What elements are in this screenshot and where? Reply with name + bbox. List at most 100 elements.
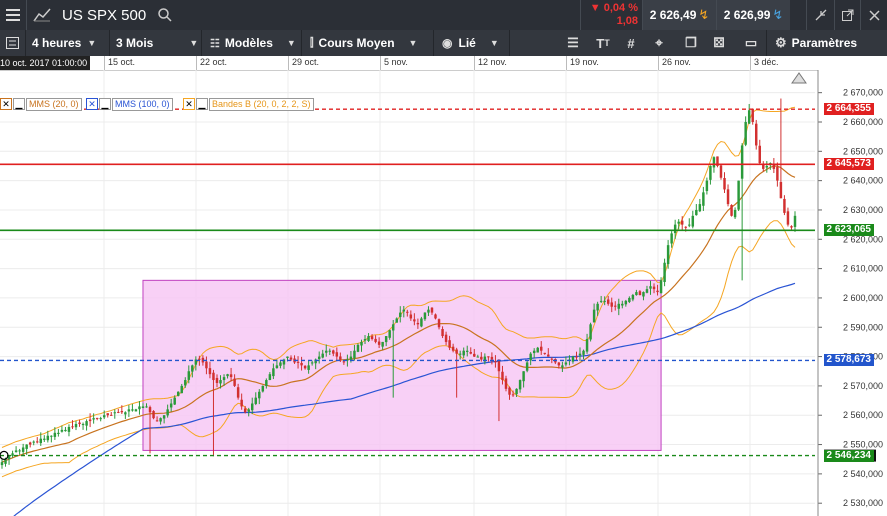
- collapse-icon[interactable]: [806, 0, 834, 30]
- candle-body: [381, 341, 384, 347]
- candle-body: [508, 387, 511, 395]
- y-tick-label: 2 530,000: [843, 498, 883, 508]
- ruler-icon[interactable]: ☰: [558, 30, 588, 56]
- candle-body: [547, 354, 550, 357]
- range-select[interactable]: 3 Mois ▼: [110, 30, 202, 56]
- candle-body: [367, 336, 370, 341]
- candle-body: [525, 362, 529, 371]
- list-icon[interactable]: [0, 30, 26, 56]
- ask-price-button[interactable]: 2 626,99 ↯: [716, 0, 790, 30]
- chart-type-select[interactable]: ⫿ Cours Moyen ▼: [302, 30, 434, 56]
- candle-body: [532, 350, 536, 354]
- candle-body: [673, 224, 677, 234]
- candle-body: [14, 450, 18, 453]
- camera-icon[interactable]: ▭: [736, 30, 766, 56]
- interval-select[interactable]: 4 heures ▼: [26, 30, 110, 56]
- candle-body: [71, 426, 74, 428]
- y-tick-label: 2 660,000: [843, 117, 883, 127]
- candle-body: [113, 412, 117, 414]
- bid-price-button[interactable]: 2 626,49 ↯: [642, 0, 716, 30]
- legend-item-mms100[interactable]: ✕ ▁ MMS (100, 0): [86, 97, 173, 111]
- candle-body: [603, 300, 606, 302]
- y-tick-label: 2 600,000: [843, 293, 883, 303]
- candle-body: [95, 417, 99, 419]
- candle-body: [261, 385, 265, 392]
- candle-body: [184, 380, 187, 386]
- close-icon[interactable]: ✕: [183, 98, 195, 110]
- minimize-icon[interactable]: ▁: [99, 98, 111, 110]
- candle-body: [754, 123, 758, 146]
- candle-body: [374, 338, 377, 342]
- candle-body: [480, 356, 483, 360]
- layers-icon[interactable]: ❐: [676, 30, 706, 56]
- candle-body: [159, 418, 162, 422]
- candle-body: [78, 422, 81, 425]
- date-label: 12 nov.: [474, 56, 507, 70]
- close-icon[interactable]: ✕: [0, 98, 12, 110]
- candle-body: [592, 309, 596, 323]
- candle-body: [762, 164, 765, 169]
- candle-body: [571, 356, 575, 362]
- candle-body: [85, 421, 88, 426]
- sliders-icon: ☷: [210, 37, 220, 50]
- candle-body: [659, 280, 663, 294]
- chart-line-icon[interactable]: [26, 0, 56, 30]
- candle-body: [638, 291, 642, 295]
- search-icon[interactable]: [155, 0, 175, 30]
- candle-body: [384, 336, 388, 343]
- candle-body: [409, 314, 413, 319]
- candle-body: [494, 361, 497, 363]
- close-icon[interactable]: ✕: [86, 98, 98, 110]
- candle-body: [60, 429, 64, 432]
- candle-body: [487, 356, 490, 358]
- candle-body: [730, 205, 733, 216]
- grid-icon[interactable]: #: [616, 30, 646, 56]
- candle-body: [360, 341, 363, 346]
- candle-body: [645, 289, 649, 293]
- chevron-down-icon: ▼: [87, 38, 97, 48]
- candle-body: [370, 336, 374, 339]
- crosshair-icon[interactable]: ⌖: [644, 30, 674, 56]
- price-chart[interactable]: 2 530,000 2 540,000 2 550,000 2 560,000 2 57…: [0, 70, 887, 516]
- candle-body: [543, 352, 546, 354]
- candle-body: [349, 356, 353, 360]
- candle-body: [635, 292, 638, 296]
- candle-body: [0, 462, 4, 466]
- candle-body: [416, 322, 420, 325]
- candle-body: [652, 286, 656, 290]
- chevron-down-icon: ▼: [286, 38, 296, 48]
- candle-body: [399, 312, 402, 317]
- candle-body: [247, 409, 250, 412]
- settings-button[interactable]: ⚙ Paramètres: [766, 30, 887, 56]
- legend-item-mms20[interactable]: ✕ ▁ MMS (20, 0): [0, 97, 82, 111]
- candle-body: [420, 318, 423, 327]
- y-tick-label: 2 610,000: [843, 264, 883, 274]
- candle-body: [67, 426, 71, 432]
- text-tool-icon[interactable]: TT: [588, 30, 618, 56]
- candle-body: [328, 350, 332, 352]
- candle-body: [663, 262, 666, 282]
- models-menu[interactable]: ☷ Modèles ▼: [202, 30, 302, 56]
- instrument-title: US SPX 500: [62, 6, 147, 24]
- minimize-icon[interactable]: ▁: [13, 98, 25, 110]
- candle-body: [145, 406, 148, 408]
- date-label: 5 nov.: [380, 56, 408, 70]
- candle-body: [117, 411, 120, 413]
- candle-body: [88, 419, 92, 422]
- candle-body: [515, 388, 518, 395]
- legend-item-bollinger[interactable]: ✕ ▁ Bandes B (20, 0, 2, 2, S): [183, 97, 314, 111]
- candle-body: [723, 178, 726, 190]
- menu-icon[interactable]: [0, 0, 26, 30]
- candle-body: [198, 358, 201, 360]
- dice-icon[interactable]: ⚄: [704, 30, 734, 56]
- candle-body: [589, 324, 592, 340]
- candle-body: [46, 435, 50, 441]
- candle-body: [585, 338, 589, 352]
- candle-body: [286, 356, 289, 358]
- popout-icon[interactable]: [834, 0, 860, 30]
- minimize-icon[interactable]: ▁: [196, 98, 208, 110]
- close-icon[interactable]: [860, 0, 887, 30]
- candle-body: [737, 180, 740, 210]
- link-select[interactable]: ◉ Lié ▼: [434, 30, 510, 56]
- candle-body: [617, 303, 621, 309]
